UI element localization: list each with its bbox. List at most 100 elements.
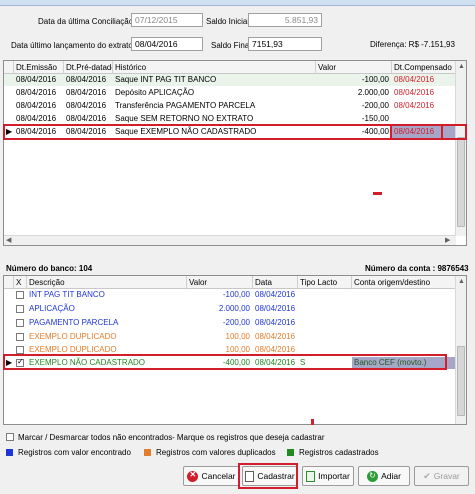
cell-descricao[interactable]: INT PAG TIT BANCO — [27, 289, 187, 301]
cell-valor[interactable]: -100,00 — [316, 74, 392, 86]
cell-valor[interactable]: -200,00 — [316, 100, 392, 112]
cell-valor[interactable]: 2.000,00 — [187, 303, 253, 315]
cell-tipo[interactable] — [298, 303, 352, 315]
cell-data[interactable]: 08/04/2016 — [253, 303, 298, 315]
row-indicator — [4, 289, 14, 301]
cell-tipo[interactable] — [298, 317, 352, 329]
cell-data[interactable]: 08/04/2016 — [253, 289, 298, 301]
extrato-vertical-scrollbar[interactable]: ▲ — [455, 276, 466, 424]
cell-conta[interactable] — [352, 303, 456, 315]
ultimo-lancamento-field[interactable]: 08/04/2016 — [131, 37, 203, 51]
row-indicator — [4, 303, 14, 315]
saldo-inicial-field[interactable]: 5.851,93 — [248, 13, 322, 27]
col-x[interactable]: X — [14, 276, 27, 289]
cell-descricao[interactable]: EXEMPLO DUPLICADO — [27, 331, 187, 343]
cell-historico[interactable]: Depósito APLICAÇÃO — [113, 87, 316, 99]
cell-predatado[interactable]: 08/04/2016 — [64, 74, 113, 86]
lancamento-row[interactable]: 08/04/2016 08/04/2016 Saque INT PAG TIT BA… — [4, 74, 456, 86]
importar-button[interactable]: Importar — [302, 466, 354, 486]
cell-emissao[interactable]: 08/04/2016 — [14, 87, 64, 99]
gravar-button[interactable]: ✔ Gravar — [414, 466, 469, 486]
cell-descricao[interactable]: PAGAMENTO PARCELA — [27, 317, 187, 329]
legend-label: Registros com valores duplicados — [156, 448, 276, 457]
row-checkbox[interactable] — [16, 305, 24, 313]
extrato-grid-header: X Descrição Valor Data Tipo Lacto Conta … — [4, 276, 456, 289]
cell-conta[interactable] — [352, 289, 456, 301]
cell-historico[interactable]: Saque INT PAG TIT BANCO — [113, 74, 316, 86]
scroll-right-icon[interactable]: ▶ — [445, 236, 450, 245]
row-indicator-column — [4, 276, 14, 289]
gravar-label: Gravar — [433, 471, 460, 481]
cell-compensado[interactable]: 08/04/2016 — [392, 87, 456, 99]
ultima-conciliacao-field[interactable]: 07/12/2015 — [131, 13, 203, 27]
lancamentos-grid-header: Dt.Emissão Dt.Pré-datado Histórico Valor… — [4, 61, 456, 74]
cell-data[interactable]: 08/04/2016 — [253, 331, 298, 343]
extrato-row[interactable]: PAGAMENTO PARCELA -200,00 08/04/2016 — [4, 317, 456, 329]
scroll-up-icon[interactable]: ▲ — [458, 277, 465, 286]
check-icon: ✔ — [423, 470, 431, 481]
cell-tipo[interactable] — [298, 331, 352, 343]
highlight-extrato-row — [3, 354, 447, 370]
extrato-row[interactable]: EXEMPLO DUPLICADO 100,00 08/04/2016 — [4, 331, 456, 343]
cell-predatado[interactable]: 08/04/2016 — [64, 100, 113, 112]
row-indicator — [4, 74, 14, 86]
cell-data[interactable]: 08/04/2016 — [253, 317, 298, 329]
cell-emissao[interactable]: 08/04/2016 — [14, 74, 64, 86]
marcar-todos-label[interactable]: Marcar / Desmarcar todos não encontrados — [18, 433, 172, 442]
highlight-cadastrar — [238, 463, 298, 489]
cell-descricao[interactable]: APLICAÇÃO — [27, 303, 187, 315]
cell-valor[interactable]: -200,00 — [187, 317, 253, 329]
import-icon — [306, 470, 316, 482]
cell-conta[interactable] — [352, 331, 456, 343]
highlight-compensado-cell — [390, 124, 443, 140]
adiar-button[interactable]: ↻ Adiar — [358, 466, 410, 486]
scroll-thumb[interactable] — [457, 137, 465, 227]
col-conta[interactable]: Conta origem/destino — [352, 276, 456, 289]
col-historico[interactable]: Histórico — [113, 61, 316, 74]
saldo-final-field[interactable]: 7151,93 — [248, 37, 322, 51]
col-predatado[interactable]: Dt.Pré-datado — [64, 61, 113, 74]
col-valor[interactable]: Valor — [187, 276, 253, 289]
lancamentos-vertical-scrollbar[interactable]: ▲ — [455, 61, 466, 236]
cell-conta[interactable] — [352, 317, 456, 329]
col-emissao[interactable]: Dt.Emissão — [14, 61, 64, 74]
cell-predatado[interactable]: 08/04/2016 — [64, 87, 113, 99]
scroll-thumb[interactable] — [457, 346, 465, 416]
cell-valor[interactable]: 2.000,00 — [316, 87, 392, 99]
row-checkbox[interactable] — [16, 333, 24, 341]
col-tipo-lacto[interactable]: Tipo Lacto — [298, 276, 352, 289]
row-indicator-column — [4, 61, 14, 74]
scroll-up-icon[interactable]: ▲ — [458, 62, 465, 71]
row-checkbox[interactable] — [16, 346, 24, 354]
extrato-row[interactable]: APLICAÇÃO 2.000,00 08/04/2016 — [4, 303, 456, 315]
cell-emissao[interactable]: 08/04/2016 — [14, 100, 64, 112]
red-marker — [311, 419, 314, 425]
row-checkbox[interactable] — [16, 319, 24, 327]
col-compensado[interactable]: Dt.Compensado — [392, 61, 456, 74]
lancamento-row[interactable]: 08/04/2016 08/04/2016 Depósito APLICAÇÃO 2.… — [4, 87, 456, 99]
marcar-todos-checkbox[interactable] — [6, 433, 14, 441]
extrato-grid[interactable]: X Descrição Valor Data Tipo Lacto Conta … — [3, 275, 467, 425]
cancelar-button[interactable]: ✕ Cancelar — [183, 466, 240, 486]
extrato-row[interactable]: INT PAG TIT BANCO -100,00 08/04/2016 — [4, 289, 456, 301]
legend-swatch — [287, 449, 294, 456]
lancamentos-grid[interactable]: Dt.Emissão Dt.Pré-datado Histórico Valor… — [3, 60, 467, 246]
cell-historico[interactable]: Transferência PAGAMENTO PARCELA — [113, 100, 316, 112]
cell-tipo[interactable] — [298, 289, 352, 301]
col-data[interactable]: Data — [253, 276, 298, 289]
cancel-icon: ✕ — [187, 470, 199, 482]
col-valor[interactable]: Valor — [316, 61, 392, 74]
row-indicator — [4, 317, 14, 329]
row-checkbox[interactable] — [16, 291, 24, 299]
ultima-conciliacao-label: Data da última Conciliação: — [38, 17, 136, 26]
lancamentos-horizontal-scrollbar[interactable]: ◀ ▶ — [4, 235, 456, 245]
col-descricao[interactable]: Descrição — [27, 276, 187, 289]
cell-compensado[interactable]: 08/04/2016 — [392, 74, 456, 86]
cell-valor[interactable]: 100,00 — [187, 331, 253, 343]
cell-compensado[interactable]: 08/04/2016 — [392, 100, 456, 112]
lancamento-row[interactable]: 08/04/2016 08/04/2016 Transferência PAGAME… — [4, 100, 456, 112]
row-indicator — [4, 331, 14, 343]
window-top-strip — [0, 0, 475, 6]
cell-valor[interactable]: -100,00 — [187, 289, 253, 301]
scroll-left-icon[interactable]: ◀ — [6, 236, 11, 245]
